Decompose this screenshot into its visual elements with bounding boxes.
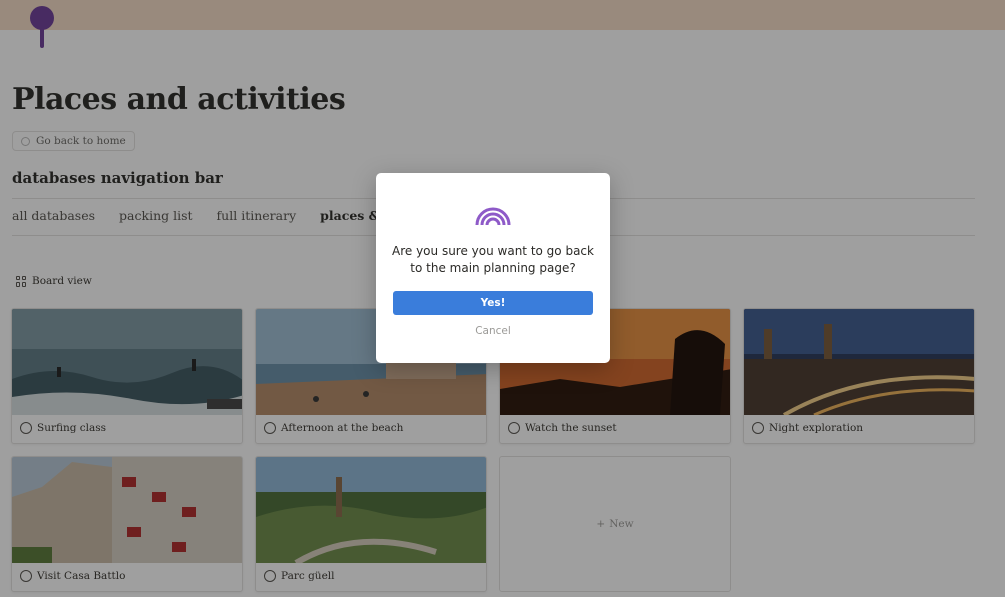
dialog-message: Are you sure you want to go back to the …: [392, 244, 594, 275]
yes-button[interactable]: Yes!: [393, 291, 593, 315]
rainbow-icon: [475, 207, 511, 225]
confirm-dialog: Are you sure you want to go back to the …: [376, 173, 610, 363]
cancel-button[interactable]: Cancel: [393, 325, 593, 337]
